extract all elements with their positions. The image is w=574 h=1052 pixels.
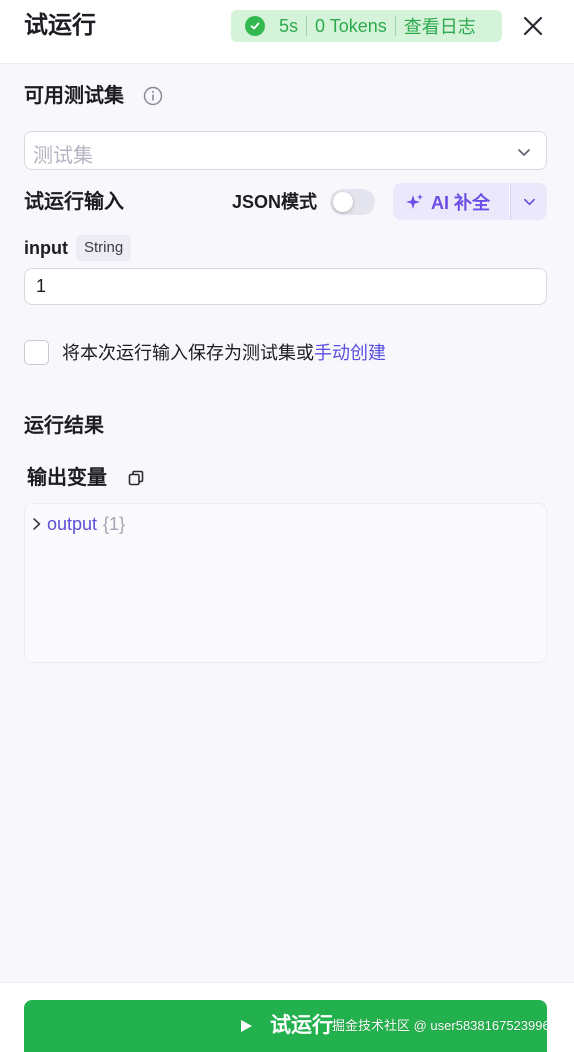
ai-complete-label: AI 补全: [431, 192, 491, 213]
chevron-right-icon: [33, 518, 41, 530]
toggle-knob: [333, 192, 353, 212]
json-mode-toggle[interactable]: [330, 189, 375, 215]
status-divider: [306, 16, 308, 36]
output-count: {1}: [103, 513, 126, 534]
view-log-link[interactable]: 查看日志: [404, 13, 476, 39]
success-check-icon: [245, 16, 265, 36]
manual-create-link[interactable]: 手动创建: [314, 343, 386, 363]
panel-header: 试运行 5s 0 Tokens 查看日志: [0, 0, 574, 64]
input-type-tag: String: [76, 235, 132, 261]
watermark: 掘金技术社区 @ user5838167523996: [332, 1018, 550, 1033]
chevron-down-icon: [518, 149, 530, 156]
run-duration: 5s: [279, 15, 299, 36]
output-tree-row[interactable]: output {1}: [31, 512, 125, 536]
save-test-set-text: 将本次运行输入保存为测试集或手动创建: [62, 340, 386, 366]
results-heading: 运行结果: [24, 415, 104, 437]
input-value-field[interactable]: 1: [24, 268, 547, 305]
run-status-badge: 5s 0 Tokens 查看日志: [231, 10, 502, 42]
info-icon[interactable]: [143, 86, 163, 106]
input-variable-name: input: [24, 238, 68, 258]
sparkle-icon: [406, 193, 423, 209]
save-test-set-checkbox[interactable]: [24, 340, 49, 365]
json-mode-label: JSON模式: [232, 192, 318, 212]
close-icon: [523, 16, 543, 36]
panel-title: 试运行: [24, 12, 96, 39]
output-vars-label: 输出变量: [27, 467, 107, 489]
close-button[interactable]: [520, 13, 546, 39]
ai-complete-dropdown[interactable]: [510, 183, 547, 220]
run-input-label: 试运行输入: [24, 191, 124, 213]
run-button-label: 试运行: [270, 1014, 333, 1037]
status-divider: [394, 16, 396, 36]
token-count: 0 Tokens: [315, 15, 387, 36]
save-test-set-label: 将本次运行输入保存为测试集或: [62, 343, 314, 363]
output-viewer: output {1}: [24, 503, 547, 663]
copy-icon[interactable]: [127, 469, 145, 487]
play-icon: [241, 1020, 252, 1032]
chevron-down-icon: [524, 198, 535, 206]
ai-complete-button[interactable]: AI 补全: [393, 183, 509, 220]
test-set-select[interactable]: 测试集: [24, 131, 547, 170]
output-key: output: [47, 513, 98, 534]
test-set-placeholder: 测试集: [33, 145, 93, 167]
test-set-label: 可用测试集: [24, 85, 124, 107]
